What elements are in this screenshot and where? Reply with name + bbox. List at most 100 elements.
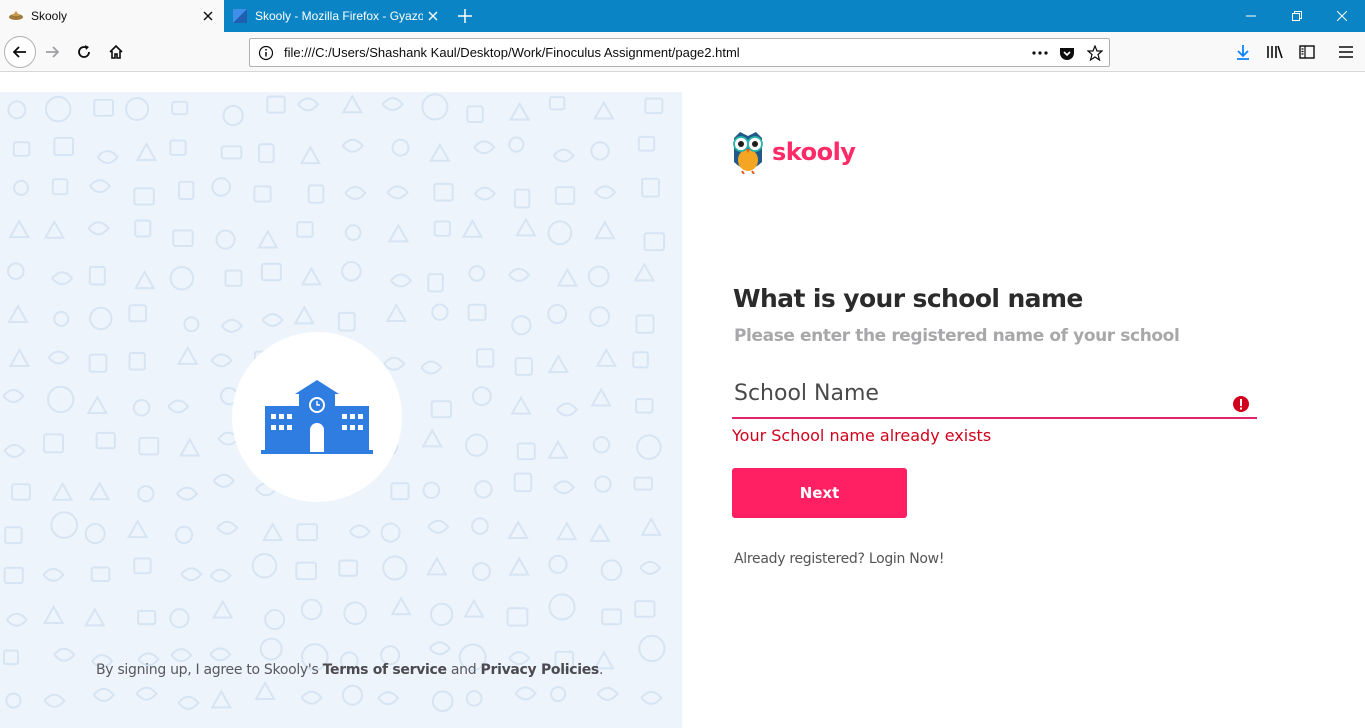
privacy-policies-link[interactable]: Privacy Policies bbox=[481, 662, 600, 678]
doodle-shape bbox=[474, 480, 493, 499]
forward-button[interactable] bbox=[36, 36, 68, 68]
info-icon[interactable] bbox=[258, 45, 274, 61]
doodle-shape bbox=[556, 402, 579, 417]
doodle-shape bbox=[266, 95, 286, 114]
doodle-shape bbox=[431, 303, 449, 321]
doodle-shape bbox=[429, 142, 451, 162]
back-button[interactable] bbox=[4, 36, 36, 68]
terms-and: and bbox=[450, 662, 477, 678]
login-now-link[interactable]: Login Now! bbox=[869, 551, 945, 567]
doodle-shape bbox=[84, 607, 106, 627]
doodle-shape bbox=[53, 310, 70, 327]
doodle-shape bbox=[640, 516, 662, 536]
sidebar-button[interactable] bbox=[1295, 40, 1319, 64]
terms-of-service-link[interactable]: Terms of service bbox=[323, 662, 447, 678]
close-tab-icon[interactable] bbox=[198, 6, 218, 26]
doodle-shape bbox=[125, 96, 150, 122]
doodle-shape bbox=[296, 523, 318, 542]
downloads-button[interactable] bbox=[1231, 40, 1255, 64]
doodle-shape bbox=[183, 316, 200, 333]
doodle-shape bbox=[633, 262, 656, 282]
doodle-shape bbox=[516, 442, 536, 461]
hamburger-menu-icon bbox=[1339, 46, 1353, 58]
school-name-input[interactable] bbox=[734, 376, 1214, 410]
doodle-shape bbox=[594, 185, 617, 200]
doodle-shape bbox=[601, 608, 622, 626]
doodle-shape bbox=[473, 140, 496, 155]
forward-arrow-icon bbox=[46, 46, 60, 58]
doodle-shape bbox=[43, 693, 66, 708]
illustration-panel: By signing up, I agree to Skooly's Terms… bbox=[0, 92, 682, 728]
url-bar[interactable]: file:///C:/Users/Shashank Kaul/Desktop/W… bbox=[249, 38, 1110, 67]
doodle-shape bbox=[344, 185, 367, 200]
doodle-shape bbox=[88, 353, 108, 373]
next-button[interactable]: Next bbox=[732, 468, 907, 518]
doodle-shape bbox=[476, 348, 495, 368]
doodle-shape bbox=[178, 437, 201, 457]
reload-button[interactable] bbox=[68, 36, 100, 68]
close-window-button[interactable] bbox=[1319, 0, 1365, 32]
doodle-shape bbox=[513, 188, 531, 209]
minimize-button[interactable] bbox=[1228, 0, 1274, 32]
library-button[interactable] bbox=[1263, 40, 1287, 64]
doodle-shape bbox=[47, 385, 75, 414]
doodle-shape bbox=[428, 641, 452, 656]
doodle-shape bbox=[138, 436, 160, 456]
doodle-shape bbox=[89, 306, 113, 331]
doodle-shape bbox=[8, 347, 31, 368]
doodle-shape bbox=[51, 481, 74, 501]
bookmark-star-icon[interactable] bbox=[1085, 43, 1105, 63]
page-title: What is your school name bbox=[733, 284, 1083, 313]
doodle-shape bbox=[296, 221, 314, 238]
doodle-shape bbox=[387, 223, 410, 243]
doodle-shape bbox=[93, 98, 114, 117]
doodle-shape bbox=[508, 267, 531, 282]
navigation-toolbar: file:///C:/Users/Shashank Kaul/Desktop/W… bbox=[0, 32, 1365, 72]
doodle-shape bbox=[169, 139, 187, 156]
doodle-shape bbox=[341, 94, 363, 114]
doodle-shape bbox=[390, 273, 413, 288]
tab-title: Skooly - Mozilla Firefox - Gyazo bbox=[255, 9, 423, 23]
doodle-shape bbox=[590, 141, 610, 161]
menu-button[interactable] bbox=[1334, 40, 1358, 64]
doodle-shape bbox=[212, 473, 236, 488]
doodle-shape bbox=[337, 311, 356, 332]
doodle-shape bbox=[176, 345, 199, 365]
url-text[interactable]: file:///C:/Users/Shashank Kaul/Desktop/W… bbox=[284, 45, 740, 60]
pocket-icon[interactable] bbox=[1057, 43, 1077, 63]
page-content: By signing up, I agree to Skooly's Terms… bbox=[0, 92, 1365, 728]
tab-title: Skooly bbox=[31, 9, 68, 23]
doodle-shape bbox=[338, 559, 359, 577]
close-tab-icon[interactable] bbox=[423, 6, 443, 26]
doodle-shape bbox=[468, 265, 486, 282]
doodle-shape bbox=[216, 520, 239, 535]
login-prompt-text: Already registered? bbox=[734, 551, 865, 567]
doodle-shape bbox=[51, 178, 69, 196]
doodle-shape bbox=[88, 481, 111, 501]
doodle-shape bbox=[44, 95, 72, 123]
new-tab-button[interactable] bbox=[450, 0, 480, 32]
tab-skooly[interactable]: Skooly bbox=[0, 0, 224, 32]
doodle-shape bbox=[172, 229, 194, 247]
doodle-shape bbox=[210, 689, 232, 709]
doodle-shape bbox=[43, 219, 66, 239]
doodle-shape bbox=[133, 557, 152, 575]
doodle-shape bbox=[639, 560, 662, 575]
doodle-shape bbox=[426, 556, 448, 576]
skooly-logo[interactable]: skooly bbox=[730, 130, 856, 174]
restore-button[interactable] bbox=[1274, 0, 1320, 32]
home-button[interactable] bbox=[100, 36, 132, 68]
doodle-shape bbox=[211, 177, 231, 197]
doodle-shape bbox=[7, 100, 27, 120]
doodle-shape bbox=[433, 182, 454, 202]
page-actions-icon[interactable] bbox=[1030, 43, 1050, 63]
doodle-shape bbox=[641, 177, 660, 198]
doodle-shape bbox=[261, 312, 284, 327]
doodle-shape bbox=[342, 684, 364, 706]
doodle-shape bbox=[53, 136, 75, 156]
form-panel: skooly What is your school name Please e… bbox=[682, 92, 1365, 728]
doodle-shape bbox=[635, 398, 654, 414]
tab-gyazo[interactable]: Skooly - Mozilla Firefox - Gyazo bbox=[224, 0, 449, 32]
doodle-shape bbox=[133, 187, 155, 206]
doodle-shape bbox=[2, 389, 25, 404]
